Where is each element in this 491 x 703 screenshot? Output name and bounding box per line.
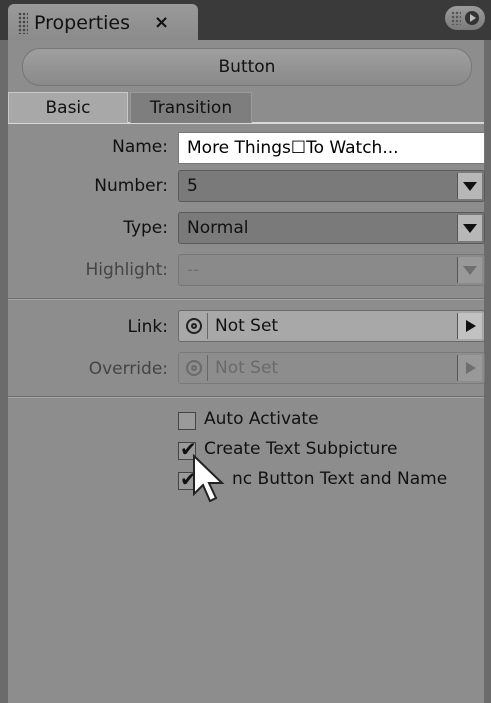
properties-panel: Button Basic Transition Name: More Thing… xyxy=(8,40,485,703)
link-icon-box[interactable] xyxy=(181,313,208,339)
mouse-pointer-icon xyxy=(193,454,225,503)
override-arrow-icon xyxy=(457,355,482,381)
link-field[interactable]: Not Set xyxy=(178,310,485,342)
type-dropdown[interactable]: Normal xyxy=(178,212,485,244)
object-type-header: Button xyxy=(22,48,472,86)
tab-basic[interactable]: Basic xyxy=(8,92,128,123)
link-label: Link: xyxy=(127,317,168,337)
panel-tab-strip: Properties × xyxy=(0,0,491,42)
panel-menu-button[interactable] xyxy=(445,6,485,30)
override-label: Override: xyxy=(88,359,168,379)
link-value: Not Set xyxy=(215,316,279,336)
number-label: Number: xyxy=(94,176,168,196)
panel-tab-title: Properties xyxy=(34,12,131,34)
spiral-link-icon xyxy=(186,318,202,334)
window-frame: Properties × Button Basic Transition Nam… xyxy=(0,0,491,703)
auto-activate-label: Auto Activate xyxy=(204,409,319,429)
spiral-link-icon xyxy=(186,360,202,376)
create-text-subpicture-label: Create Text Subpicture xyxy=(204,439,398,459)
dropdown-arrow-icon xyxy=(457,257,482,283)
properties-panel-tab[interactable]: Properties × xyxy=(8,4,198,42)
type-value: Normal xyxy=(187,218,249,238)
type-label: Type: xyxy=(123,218,168,238)
tab-transition[interactable]: Transition xyxy=(130,92,252,123)
close-icon[interactable]: × xyxy=(154,12,169,33)
link-arrow-icon[interactable] xyxy=(457,313,482,339)
separator xyxy=(8,396,484,398)
auto-activate-checkbox[interactable] xyxy=(178,412,196,430)
dropdown-arrow-icon[interactable] xyxy=(457,173,482,199)
separator xyxy=(8,298,484,300)
override-icon-box xyxy=(181,355,208,381)
highlight-value: -- xyxy=(187,260,200,280)
play-arrow-icon xyxy=(465,11,479,25)
number-value: 5 xyxy=(187,176,198,196)
name-label: Name: xyxy=(112,137,168,157)
override-value: Not Set xyxy=(215,358,279,378)
override-field: Not Set xyxy=(178,352,485,384)
tab-bar: Basic Transition xyxy=(8,90,484,124)
highlight-dropdown: -- xyxy=(178,254,485,286)
dropdown-arrow-icon[interactable] xyxy=(457,215,482,241)
highlight-label: Highlight: xyxy=(85,260,168,280)
grip-icon xyxy=(451,11,461,25)
sync-button-text-label: nc Button Text and Name xyxy=(232,469,448,489)
drag-grip-icon[interactable] xyxy=(18,12,28,34)
number-dropdown[interactable]: 5 xyxy=(178,170,485,202)
name-field[interactable]: More Things☐To Watch... xyxy=(178,132,485,164)
